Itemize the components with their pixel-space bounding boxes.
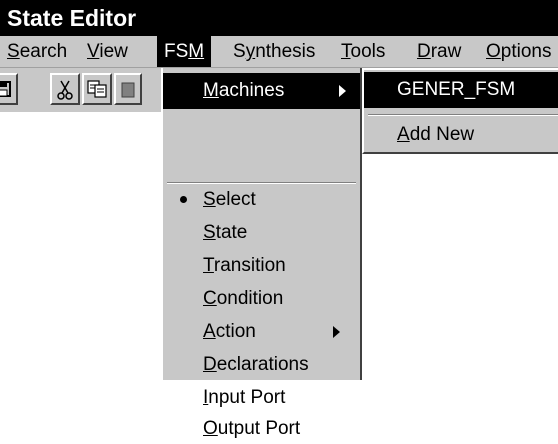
copy-button[interactable] [82, 73, 112, 105]
menu-item-mnemonic: S [203, 189, 216, 210]
menu-label-pre: S [233, 41, 246, 62]
menu-item-select[interactable]: Select [163, 183, 360, 216]
menu-item-label-post: eclarations [216, 354, 309, 375]
cut-button[interactable] [50, 73, 80, 105]
menu-tools[interactable]: Tools [334, 36, 392, 67]
menu-synthesis[interactable]: Synthesis [226, 36, 322, 67]
menu-item-label-post: ondition [216, 288, 284, 309]
menu-options[interactable]: Options [479, 36, 558, 67]
menu-item-condition[interactable]: Condition [163, 282, 360, 315]
menu-item-label-post: utput Port [217, 418, 301, 439]
menu-item-mnemonic: A [203, 321, 216, 342]
menu-item-mnemonic: O [203, 418, 218, 439]
fsm-menu: Machines Select State Transition Conditi… [161, 68, 362, 439]
submenu-arrow-icon [333, 326, 340, 338]
menu-item-label-post: ransition [213, 255, 286, 276]
paste-icon [121, 82, 135, 98]
menu-item-declarations[interactable]: Declarations [163, 348, 360, 381]
menu-label-mnemonic: D [417, 41, 431, 62]
menu-item-input-port[interactable]: Input Port [163, 381, 360, 414]
save-button[interactable] [0, 73, 18, 105]
menu-item-action[interactable]: Action [163, 315, 360, 348]
menu-item-label-post: achines [218, 80, 285, 101]
menu-label-mnemonic: O [486, 41, 501, 62]
menu-label-post: raw [430, 41, 462, 62]
menu-label-mnemonic: T [341, 41, 351, 62]
menu-item-mnemonic: T [203, 255, 214, 276]
menu-item-label-post: elect [215, 189, 256, 210]
menu-label-post: ools [350, 41, 386, 62]
menu-item-state[interactable]: State [163, 216, 360, 249]
menu-item-output-port[interactable]: Output Port [163, 414, 360, 444]
menu-item-transition[interactable]: Transition [163, 249, 360, 282]
menu-draw[interactable]: Draw [410, 36, 468, 67]
menu-label-post: earch [19, 41, 68, 62]
menu-bar: Search View FSM Synthesis Tools Draw Opt… [0, 36, 558, 68]
menu-item-mnemonic: C [203, 288, 217, 309]
menu-item-label-post: ction [215, 321, 256, 342]
menu-label-pre: FS [164, 41, 189, 62]
menu-item-mnemonic: S [203, 222, 216, 243]
menu-item-label-post: tate [215, 222, 248, 243]
submenu-item-gener-fsm[interactable]: GENER_FSM [364, 72, 558, 108]
menu-label-mnemonic: V [87, 41, 100, 62]
menu-view[interactable]: View [80, 36, 135, 67]
paste-button[interactable] [114, 73, 142, 105]
menu-search[interactable]: Search [0, 36, 74, 67]
menu-item-mnemonic: M [203, 80, 219, 101]
menu-label-mnemonic: y [245, 41, 256, 62]
menu-item-mnemonic: D [203, 354, 217, 375]
menu-item-label-post: dd New [409, 124, 475, 145]
menu-label-mnemonic: S [7, 41, 20, 62]
menu-label-post: nthesis [255, 41, 316, 62]
cut-icon [57, 80, 73, 100]
save-icon [0, 81, 11, 97]
window-title: State Editor [0, 0, 558, 36]
menu-label-post: iew [99, 41, 128, 62]
submenu-item-add-new[interactable]: Add New [364, 118, 558, 152]
menu-label-mnemonic: M [188, 41, 205, 62]
submenu-arrow-icon [339, 85, 346, 97]
radio-bullet-icon [180, 196, 187, 203]
menu-item-label-post: nput Port [208, 387, 286, 408]
menu-item-mnemonic: A [397, 124, 410, 145]
menu-fsm[interactable]: FSM [157, 36, 212, 67]
copy-icon [87, 80, 107, 98]
menu-item-machines[interactable]: Machines [163, 73, 360, 109]
menu-label-post: ptions [500, 41, 552, 62]
menu-separator [368, 114, 558, 116]
machines-submenu: GENER_FSM Add New [362, 68, 558, 154]
